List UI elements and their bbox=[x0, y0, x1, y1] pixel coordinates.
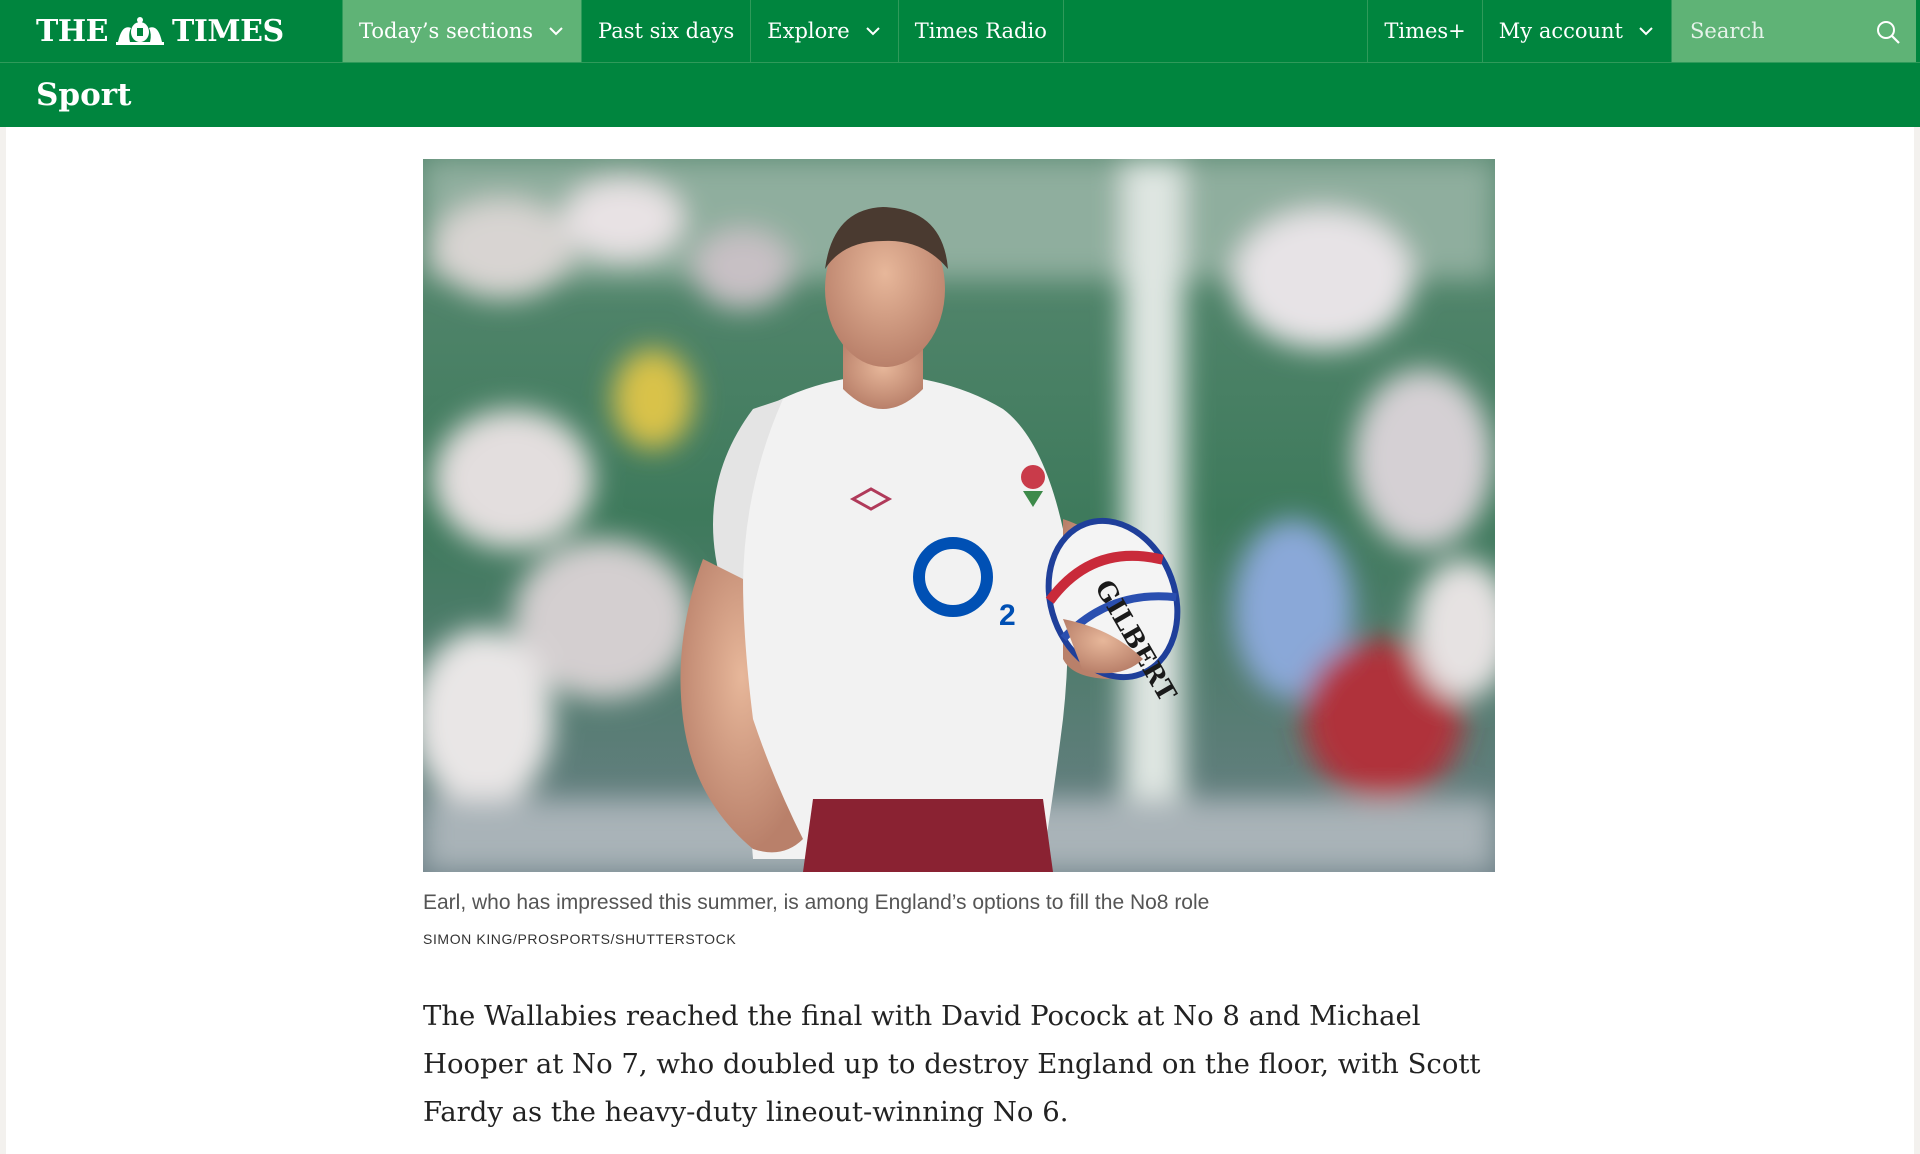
nav-spacer bbox=[1064, 0, 1369, 62]
nav-times-plus-label: Times+ bbox=[1384, 19, 1466, 43]
section-bar: Sport bbox=[0, 63, 1920, 127]
article-image: 2 GILBERT bbox=[423, 159, 1495, 872]
image-caption: Earl, who has impressed this summer, is … bbox=[423, 891, 1210, 914]
top-navigation-bar: THE TIMES Today’s sections Past six days… bbox=[0, 0, 1920, 63]
nav-times-radio-label: Times Radio bbox=[914, 19, 1047, 43]
article-paragraph: The Wallabies reached the final with Dav… bbox=[423, 1000, 1481, 1128]
logo-text-times: TIMES bbox=[172, 13, 284, 49]
nav-my-account[interactable]: My account bbox=[1483, 0, 1672, 62]
rugby-player-photo: 2 GILBERT bbox=[423, 159, 1495, 872]
nav-past-six-days[interactable]: Past six days bbox=[582, 0, 752, 62]
nav-explore-label: Explore bbox=[767, 19, 850, 43]
nav-todays-sections[interactable]: Today’s sections bbox=[343, 0, 583, 62]
search-placeholder: Search bbox=[1690, 19, 1765, 43]
search-icon[interactable] bbox=[1874, 18, 1902, 46]
nav-times-plus[interactable]: Times+ bbox=[1368, 0, 1483, 62]
section-title[interactable]: Sport bbox=[36, 77, 131, 113]
chevron-down-icon bbox=[1639, 27, 1653, 36]
search-input[interactable]: Search bbox=[1672, 0, 1916, 62]
royal-crest-icon bbox=[116, 17, 165, 45]
nav-my-account-label: My account bbox=[1498, 19, 1623, 43]
image-credit: SIMON KING/PROSPORTS/SHUTTERSTOCK bbox=[423, 931, 737, 947]
nav-explore[interactable]: Explore bbox=[751, 0, 899, 62]
chevron-down-icon bbox=[866, 27, 880, 36]
nav-past-six-days-label: Past six days bbox=[598, 19, 735, 43]
logo-text-the: THE bbox=[36, 13, 109, 49]
nav-times-radio[interactable]: Times Radio bbox=[899, 0, 1064, 62]
chevron-down-icon bbox=[549, 27, 563, 36]
nav-todays-sections-label: Today’s sections bbox=[359, 19, 534, 43]
svg-text:2: 2 bbox=[999, 599, 1016, 632]
times-logo[interactable]: THE TIMES bbox=[0, 0, 343, 62]
